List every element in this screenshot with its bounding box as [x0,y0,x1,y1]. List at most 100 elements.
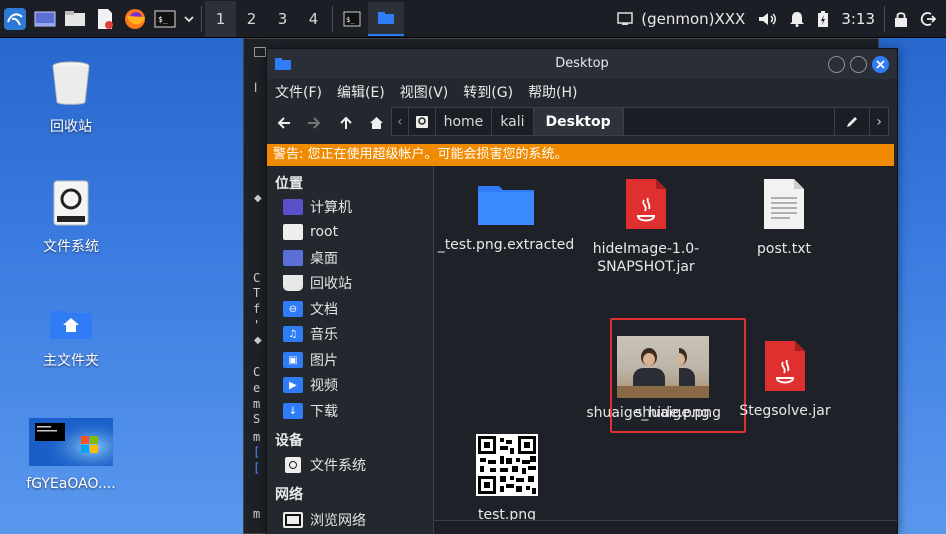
file-item-post-txt[interactable]: post.txt [714,178,854,258]
window-titlebar[interactable]: Desktop [267,49,897,79]
path-crumb-home[interactable]: home [436,108,493,135]
clock-label[interactable]: 3:13 [835,0,881,38]
desktop-icon-label: 文件系统 [43,239,99,255]
desktop-filesystem[interactable]: 文件系统 [16,180,126,256]
sidebar-item-trash[interactable]: 回收站 [283,272,352,294]
home-icon [369,117,383,129]
videos-folder-icon: ▶ [283,377,303,393]
taskbar-file-manager-window[interactable] [368,1,404,36]
file-item-test-extracted[interactable]: _test.png.extracted [436,180,576,254]
battery-charging-icon[interactable] [811,0,835,38]
file-manager-window[interactable]: Desktop 文件(F) 编辑(E) 视图(V) 转到(G) 帮助(H) ‹ [266,48,898,534]
menu-go[interactable]: 转到(G) [463,82,513,102]
text-file-icon [764,179,804,229]
terminal-fragment: e [253,381,261,395]
sidebar-item-desktop[interactable]: 桌面 [283,247,338,269]
terminal-fragment: m [253,507,261,521]
kali-menu-icon[interactable] [0,2,30,36]
path-scroll-right-button[interactable]: › [870,108,888,135]
arrow-up-icon [340,116,352,129]
navigation-toolbar: ‹ home kali Desktop › [267,105,897,139]
volume-icon[interactable] [751,0,783,38]
status-bar [434,520,897,534]
lock-screen-icon[interactable] [888,0,914,38]
taskbar-terminal-window[interactable]: $_ [336,2,368,36]
genmon-label[interactable]: (genmon)XXX [639,0,751,38]
sidebar-item-downloads[interactable]: ↓ 下载 [283,400,338,422]
qr-code-thumbnail-icon [476,434,538,496]
terminal-fragment: [ [253,461,261,475]
sidebar-item-label: root [310,224,339,240]
minimize-button[interactable] [828,56,845,73]
pencil-icon [847,116,858,127]
close-button[interactable] [872,56,889,73]
file-manager-launcher-icon[interactable] [60,2,90,36]
chevron-down-icon[interactable] [180,2,198,36]
menu-bar: 文件(F) 编辑(E) 视图(V) 转到(G) 帮助(H) [267,79,897,105]
monitor-icon[interactable] [611,0,639,38]
sidebar-item-computer[interactable]: 计算机 [283,196,352,218]
workspace-4[interactable]: 4 [298,1,329,37]
desktop-icon [283,250,303,266]
terminal-fragment: C [253,365,261,379]
path-root-button[interactable] [409,108,436,135]
file-item-hideimage-jar[interactable]: hideImage-1.0-SNAPSHOT.jar [576,178,716,276]
file-icon-view[interactable]: _test.png.extracted hideImage-1.0-SNAPSH… [434,166,897,523]
panel-separator [884,6,885,32]
firefox-launcher-icon[interactable] [120,2,150,36]
music-folder-icon: ♫ [283,326,303,342]
back-button[interactable] [273,113,295,133]
network-icon [283,512,303,528]
file-item-stegsolve-jar[interactable]: Stegsolve.jar [715,340,855,420]
terminal-fragment: C [253,271,261,285]
sidebar-item-videos[interactable]: ▶ 视频 [283,374,338,396]
menu-view[interactable]: 视图(V) [400,82,449,102]
terminal-fragment: S [253,412,261,426]
folder-icon [478,186,534,225]
hard-drive-icon [285,457,301,473]
notification-bell-icon[interactable] [783,0,811,38]
java-jar-icon [626,179,666,229]
computer-icon [283,199,303,215]
menu-help[interactable]: 帮助(H) [528,82,577,102]
terminal-fragment: f [253,302,261,316]
show-desktop-icon[interactable] [30,2,60,36]
menu-edit[interactable]: 编辑(E) [337,82,385,102]
maximize-button[interactable] [850,56,867,73]
svg-text:$_: $_ [158,15,168,24]
terminal-launcher-icon[interactable]: $_ [150,2,180,36]
workspace-2[interactable]: 2 [236,1,267,37]
sidebar-item-music[interactable]: ♫ 音乐 [283,323,338,345]
file-item-test-png[interactable]: test.png [437,434,577,524]
image-thumbnail-icon [617,336,679,398]
workspace-3[interactable]: 3 [267,1,298,37]
panel-separator [332,5,333,32]
path-crumb-desktop[interactable]: Desktop [533,108,624,135]
desktop-trash[interactable]: 回收站 [16,60,126,136]
sidebar-item-documents[interactable]: ⊖ 文档 [283,298,338,320]
hard-drive-icon [53,180,89,226]
up-button[interactable] [335,113,357,133]
terminal-fragment: ◆ [254,193,262,204]
desktop-home-folder[interactable]: 主文件夹 [16,310,126,370]
file-item-shuaige-hide[interactable]: shuaige_hide.png [578,336,718,422]
forward-button[interactable] [303,113,325,133]
edit-path-button[interactable] [834,108,871,135]
text-editor-launcher-icon[interactable] [90,2,120,36]
desktop-screenshot-file[interactable]: fGYEaOAO.... [16,418,126,492]
menu-file[interactable]: 文件(F) [275,82,322,102]
image-thumbnail-icon [29,418,113,466]
home-button[interactable] [365,113,387,133]
terminal-fragment: ' [253,318,261,332]
path-scroll-left-button[interactable]: ‹ [392,108,409,135]
path-crumb-kali[interactable]: kali [492,108,534,135]
logout-icon[interactable] [914,0,946,38]
sidebar-item-filesystem[interactable]: 文件系统 [283,454,366,476]
sidebar-item-label: 计算机 [310,200,352,216]
sidebar-item-browse-network[interactable]: 浏览网络 [283,509,366,531]
documents-folder-icon: ⊖ [283,301,303,317]
sidebar-item-root[interactable]: root [283,221,338,243]
sidebar-item-pictures[interactable]: ▣ 图片 [283,349,338,371]
sidebar-item-label: 视频 [310,378,338,394]
workspace-1[interactable]: 1 [205,0,236,37]
